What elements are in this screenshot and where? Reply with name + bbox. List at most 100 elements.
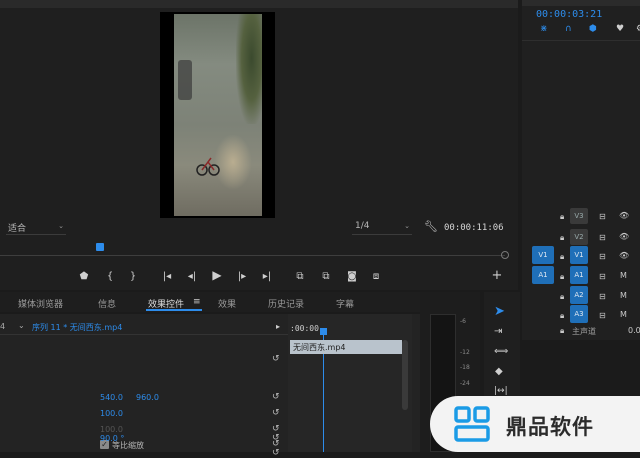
mute-button[interactable]: M — [620, 310, 627, 319]
scrub-track — [0, 255, 505, 256]
program-monitor: 适合 ⌄ 1/4 ⌄ 🔧︎ 00:00:11:06 ⬟ { } |◂ ◂| ▶ … — [0, 0, 518, 290]
track-label: V2 — [574, 233, 584, 241]
play-button[interactable]: ▶ — [210, 268, 224, 282]
eye-icon[interactable]: 👁︎ — [619, 251, 629, 260]
sequence-clip-label[interactable]: 序列 11 * 无间西东.mp4 — [32, 322, 122, 333]
watermark-logo — [452, 404, 492, 444]
settings-icon[interactable]: ⚙ — [636, 24, 640, 34]
razor-tool-icon[interactable]: ◆ — [495, 366, 503, 377]
effect-time-ruler: :00:00 — [290, 324, 319, 333]
lock-icon[interactable]: 🔒︎ — [560, 326, 564, 336]
sequence-left-label: 4 — [0, 322, 6, 331]
mute-button[interactable]: M — [620, 271, 627, 280]
scale-value[interactable]: 100.0 — [100, 409, 123, 418]
mark-out-button[interactable]: } — [127, 270, 139, 282]
track-label: A1 — [538, 271, 548, 279]
export-frame-button[interactable]: ◙ — [345, 270, 359, 282]
play-icon: ▶ — [212, 268, 222, 282]
step-back-button[interactable]: ◂| — [186, 270, 198, 282]
master-track-value[interactable]: 0.0 — [628, 326, 640, 335]
foliage — [236, 14, 262, 124]
resolution-select[interactable]: 1/4 ⌄ — [352, 221, 412, 235]
eye-icon[interactable]: 👁︎ — [619, 232, 629, 241]
marker-icon[interactable]: ♥ — [616, 24, 624, 34]
position-x-value[interactable]: 540.0 — [100, 393, 123, 402]
source-patch-a1[interactable]: A1 — [532, 266, 554, 284]
go-to-in-button[interactable]: |◂ — [160, 270, 174, 282]
meter-tick: -18 — [460, 364, 470, 371]
zoom-select[interactable]: 适合 ⌄ — [6, 221, 66, 235]
slip-tool-icon[interactable]: |↔| — [494, 386, 508, 396]
lock-icon[interactable]: 🔒︎ — [560, 272, 564, 282]
track-target-v2[interactable]: V2 — [570, 229, 588, 245]
linked-selection-icon[interactable]: ∩ — [565, 24, 572, 34]
monitor-scrub-bar[interactable] — [0, 243, 510, 261]
sequence-dropdown-icon[interactable]: ⌄ — [18, 321, 25, 330]
lock-icon[interactable]: 🔒︎ — [560, 212, 564, 222]
mute-button[interactable]: M — [620, 291, 627, 300]
comparison-view-button[interactable]: ⧈ — [368, 270, 384, 282]
tab-media-browser[interactable]: 媒体浏览器 — [18, 297, 63, 310]
sync-lock-icon[interactable]: ⊟ — [599, 252, 606, 261]
tab-effects[interactable]: 效果 — [218, 297, 236, 310]
effect-timeline: :00:00 无间西东.mp4 — [288, 314, 412, 452]
track-label: V1 — [538, 251, 548, 259]
track-label: A2 — [574, 291, 584, 299]
go-to-out-button[interactable]: ▸| — [260, 270, 274, 282]
tab-active-underline — [146, 309, 202, 311]
lock-icon[interactable]: 🔒︎ — [560, 311, 564, 321]
effect-controls-panel: 4 ⌄ 序列 11 * 无间西东.mp4 ▸ ↺ 540.0 960.0 ↺ 1… — [0, 314, 420, 458]
sync-lock-icon[interactable]: ⊟ — [599, 212, 606, 221]
lift-button[interactable]: ⧉ — [292, 270, 308, 282]
lock-icon[interactable]: 🔒︎ — [560, 233, 564, 243]
track-label: A1 — [574, 271, 584, 279]
mark-in-button[interactable]: { — [104, 270, 116, 282]
step-forward-button[interactable]: |▸ — [236, 270, 248, 282]
wrench-icon[interactable]: 🔧︎ — [424, 220, 438, 233]
reset-icon[interactable]: ↺ — [272, 408, 280, 418]
eye-icon[interactable]: 👁︎ — [619, 211, 629, 220]
track-target-v1[interactable]: V1 — [570, 246, 588, 264]
source-patch-v1[interactable]: V1 — [532, 246, 554, 264]
play-only-audio-icon[interactable]: ▸ — [276, 322, 280, 331]
monitor-timecode: 00:00:11:06 — [444, 223, 504, 233]
reset-icon[interactable]: ↺ — [272, 354, 280, 364]
sync-lock-icon[interactable]: ⊟ — [599, 311, 606, 320]
lock-icon[interactable]: 🔒︎ — [560, 252, 564, 262]
scale-width-value[interactable]: 100.0 — [100, 425, 123, 434]
reset-icon[interactable]: ↺ — [272, 448, 280, 458]
sync-lock-icon[interactable]: ⊟ — [599, 272, 606, 281]
track-target-v3[interactable]: V3 — [570, 208, 588, 224]
bottom-tab-bar: 媒体浏览器 信息 效果控件 ≡ 效果 历史记录 字幕 — [0, 292, 420, 312]
meter-tick: -24 — [460, 380, 470, 387]
camera-icon: ◙ — [347, 270, 357, 282]
tab-info[interactable]: 信息 — [98, 297, 116, 310]
track-select-tool-icon[interactable]: ⇥ — [494, 326, 502, 337]
lock-icon[interactable]: 🔒︎ — [560, 292, 564, 302]
add-button[interactable]: + — [490, 268, 504, 283]
scrub-end-knob[interactable] — [501, 251, 509, 259]
rotation-value[interactable]: 90.0 ° — [100, 434, 124, 443]
extract-button[interactable]: ⧉ — [318, 270, 334, 282]
step-back-icon: ◂| — [187, 270, 197, 282]
selection-tool-icon[interactable]: ➤ — [494, 304, 505, 319]
reset-icon[interactable]: ↺ — [272, 433, 280, 443]
sync-lock-icon[interactable]: ⊟ — [599, 233, 606, 242]
master-track-label: 主声道 — [572, 327, 596, 336]
track-target-a2[interactable]: A2 — [570, 286, 588, 304]
snap-icon[interactable]: ⋇ — [540, 24, 548, 34]
effect-scrollbar[interactable] — [402, 340, 408, 410]
ripple-edit-tool-icon[interactable]: ⟺ — [494, 346, 508, 357]
scrub-playhead[interactable] — [96, 243, 104, 251]
tab-history[interactable]: 历史记录 — [268, 297, 304, 310]
add-marker-icon[interactable]: ⬢ — [589, 24, 597, 34]
tab-menu-icon[interactable]: ≡ — [193, 297, 201, 307]
effect-clip-bar[interactable]: 无间西东.mp4 — [290, 340, 402, 354]
track-target-a1[interactable]: A1 — [570, 266, 588, 284]
sync-lock-icon[interactable]: ⊟ — [599, 292, 606, 301]
tab-captions[interactable]: 字幕 — [336, 297, 354, 310]
reset-icon[interactable]: ↺ — [272, 392, 280, 402]
track-target-a3[interactable]: A3 — [570, 305, 588, 323]
position-y-value[interactable]: 960.0 — [136, 393, 159, 402]
add-marker-button[interactable]: ⬟ — [78, 270, 90, 282]
